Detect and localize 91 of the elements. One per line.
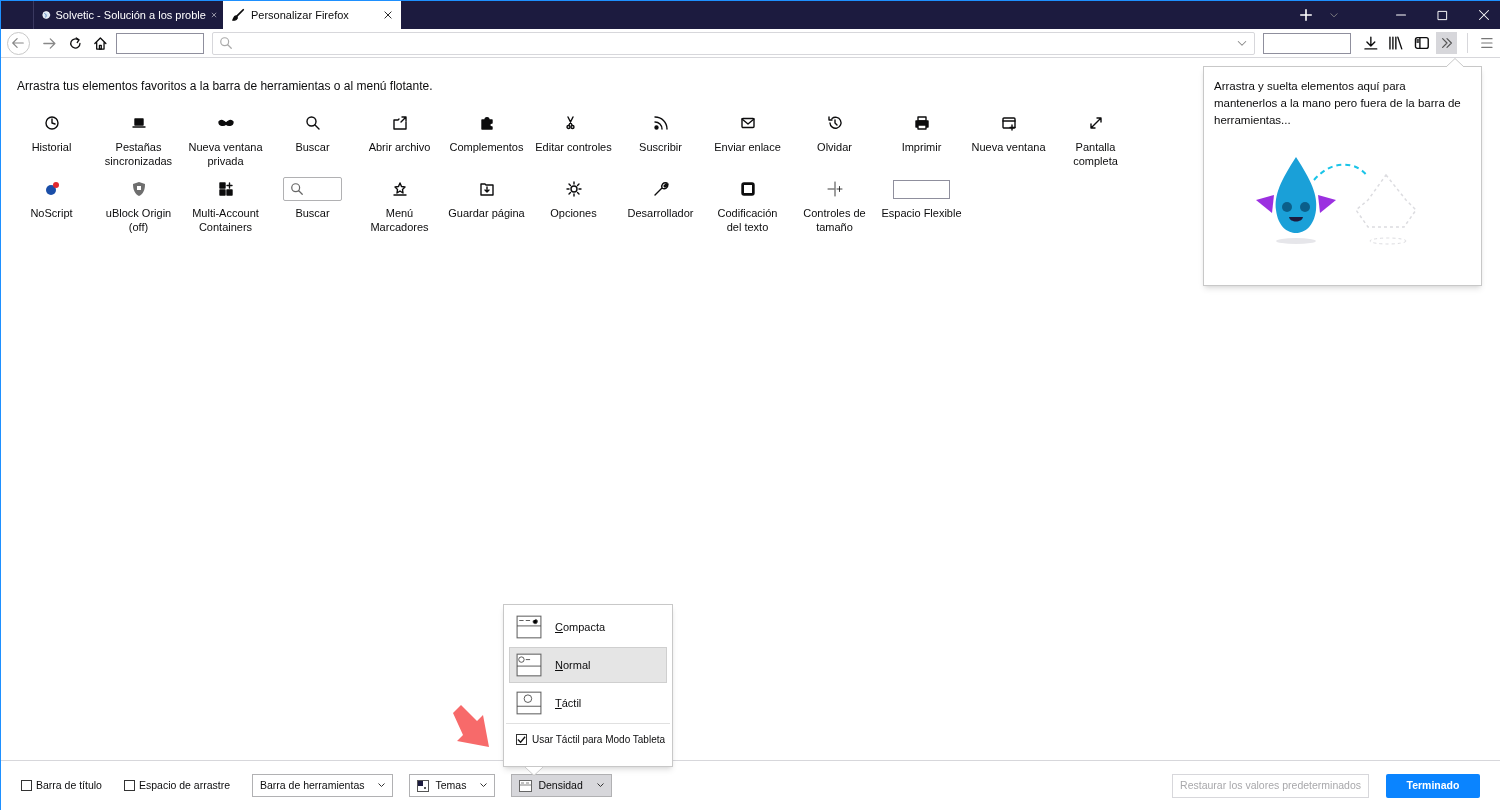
toolbar-item-icon[interactable] [1087,115,1104,131]
item-label: Nueva ventana privada [188,140,263,168]
brush-icon [231,8,245,22]
toolbar-item-icon[interactable] [826,115,843,131]
checkbox[interactable] [21,780,32,791]
item-label: Editar controles [535,140,612,154]
item-label: Buscar [295,140,330,154]
toolbar-item-icon[interactable] [913,115,930,131]
checkbox-label: Usar Táctil para Modo Tableta [532,733,666,747]
theme-icon [417,779,430,792]
menu-item[interactable]: Táctil [509,685,667,721]
toolbar-item-icon[interactable] [1000,115,1017,131]
item-label: NoScript [30,206,73,220]
dropdown-button[interactable]: Temas [409,774,496,797]
panel-text: Arrastra y suelta elementos aquí para mantenerlos a la mano pero fuera de la barra de herramientas... [1213,79,1462,128]
toolbar-item-icon[interactable] [478,115,495,131]
item-label: Desarrollador [627,206,694,220]
download-icon[interactable] [1362,35,1379,51]
double-chevron-icon [1439,36,1454,50]
item-label: Buscar [295,206,330,220]
item-label: Enviar enlace [714,140,781,154]
search-field[interactable] [283,177,342,201]
forward-arrow-icon[interactable] [41,35,57,51]
item-label: Pantalla completa [1073,140,1118,168]
done-button[interactable]: Terminado [1386,773,1480,798]
overflow-button[interactable] [1435,32,1458,54]
toolbar-item-icon[interactable] [304,115,321,131]
text-field[interactable] [115,32,205,54]
checkbox-label: Espacio de arrastre [138,777,230,793]
flexible-space[interactable] [893,179,950,199]
item-label: Menú Marcadores [370,206,429,234]
item-label: Guardar página [448,206,525,220]
caret-icon [596,783,604,788]
sidebar-icon[interactable] [1414,35,1430,51]
density-preview-icon [516,615,542,639]
item-label: Imprimir [901,140,942,154]
browser-tab[interactable]: Personalizar Firefox [223,1,401,29]
caret-icon [378,783,386,788]
tab-title: Personalizar Firefox [251,7,350,23]
toolbar-item-icon[interactable] [478,181,495,197]
item-label: Espacio Flexible [881,206,962,220]
item-label: uBlock Origin (off) [105,206,172,234]
toolbar-item-icon[interactable] [652,115,669,131]
checkbox[interactable] [516,734,527,745]
item-label: Opciones [550,206,597,220]
toolbar-item-icon[interactable] [43,115,60,131]
menu-item[interactable]: Compacta [509,609,667,645]
caret-icon [480,783,488,788]
toolbar-item-icon[interactable] [391,115,408,131]
menu-item[interactable]: Normal [509,647,667,683]
item-label: Olvidar [817,140,852,154]
item-label: Complementos [449,140,524,154]
search-field[interactable] [1263,32,1351,54]
search-icon [290,182,304,196]
dropdown-button[interactable]: Densidad [511,774,612,797]
density-preview-icon [516,653,542,677]
item-label: Codificación del texto [717,206,778,234]
search-icon [219,36,234,50]
home-icon[interactable] [93,35,108,51]
instructions-text: Arrastra tus elementos favoritos a la barra de herramientas o al menú flotante. [17,78,433,95]
item-label: Pestañas sincronizadas [104,140,173,168]
item-label: Nueva ventana [971,140,1046,154]
restore-defaults-button: Restaurar los valores predeterminados [1172,773,1369,798]
toolbar-item-icon[interactable] [739,181,756,197]
checkbox-label: Barra de título [36,777,102,793]
toolbar-item-icon[interactable] [130,115,147,131]
toolbar-item-icon[interactable] [652,181,669,197]
item-label: Suscribir [639,140,682,154]
checkbox[interactable] [123,780,135,791]
dropdown-button[interactable]: Barra de herramientas [252,774,394,797]
toolbar-item-icon[interactable] [43,181,60,197]
new-tab-icon[interactable] [1299,8,1313,22]
item-label: Multi-Account Containers [192,206,259,234]
tab-title: Solvetic - Solución a los proble [55,7,206,23]
back-arrow-icon [11,36,26,50]
item-label: Controles de tamaño [803,206,866,234]
toolbar-item-icon[interactable] [217,181,234,197]
maximize-icon[interactable] [1437,9,1448,21]
item-label: Historial [31,140,72,154]
toolbar-item-icon[interactable] [391,181,408,197]
density-icon [519,779,533,792]
chevron-down-icon[interactable] [1329,10,1339,20]
reload-icon[interactable] [68,35,84,51]
item-label: Abrir archivo [368,140,431,154]
globe-icon [42,8,51,22]
toolbar-item-icon[interactable] [739,115,756,131]
library-icon[interactable] [1388,35,1405,51]
density-preview-icon [516,691,542,715]
toolbar-item-icon[interactable] [565,181,582,197]
close-icon[interactable] [383,10,393,20]
menu-icon[interactable] [1480,36,1495,50]
